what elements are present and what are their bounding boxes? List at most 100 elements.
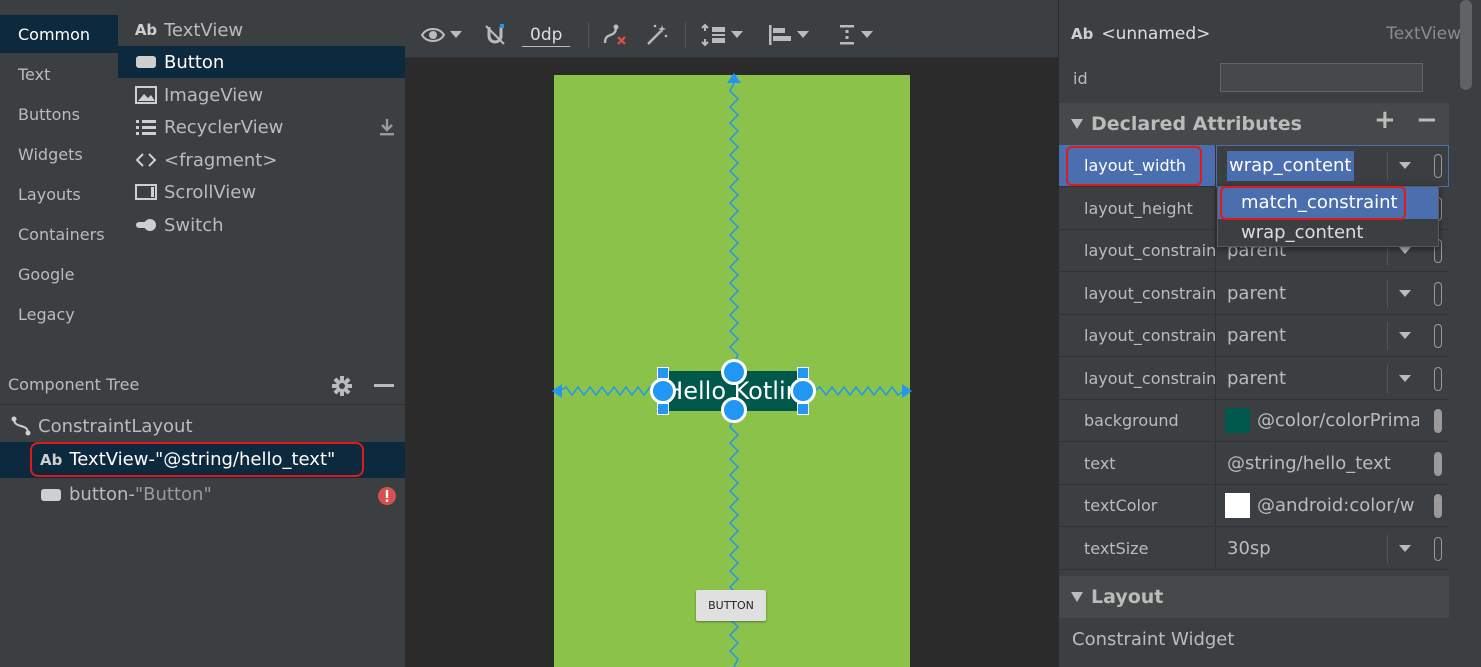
gear-icon[interactable] <box>331 375 353 397</box>
magnet-off-icon <box>483 23 507 47</box>
layout-section-title: Layout <box>1091 586 1164 608</box>
attr-separator <box>1215 400 1216 442</box>
remove-attribute-button[interactable]: − <box>1416 105 1438 135</box>
declared-attributes-title: Declared Attributes <box>1091 113 1302 135</box>
view-options-button[interactable] <box>420 12 462 58</box>
palette-item-recyclerview[interactable]: RecyclerView <box>118 111 405 143</box>
attr-toggle[interactable] <box>1434 154 1442 178</box>
anchor-left[interactable] <box>650 378 676 404</box>
autoconnect-toggle[interactable] <box>483 12 507 58</box>
attr-row-textsize[interactable]: textSize 30sp <box>1059 528 1449 570</box>
scrollbar-thumb[interactable] <box>1460 0 1472 90</box>
error-icon[interactable] <box>377 486 397 506</box>
textview-icon: Ab <box>1071 25 1094 43</box>
id-field[interactable] <box>1220 63 1423 92</box>
dropdown-button[interactable] <box>1387 365 1421 393</box>
attr-separator <box>1215 315 1216 357</box>
palette-item-textview[interactable]: Ab TextView <box>118 14 405 46</box>
dropdown-option-wrap-content[interactable]: wrap_content <box>1218 219 1438 247</box>
chevron-down-icon <box>450 31 462 39</box>
attr-toggle[interactable] <box>1434 367 1442 391</box>
align-left-icon <box>767 23 793 47</box>
tree-item-value: "Button" <box>134 484 212 505</box>
attributes-header: Ab <unnamed> TextView <box>1071 22 1461 46</box>
download-icon[interactable] <box>378 117 396 137</box>
list-icon <box>135 118 157 136</box>
anchor-top[interactable] <box>721 359 747 385</box>
align-button[interactable] <box>767 12 809 58</box>
attr-row-background[interactable]: background @color/colorPrima <box>1059 400 1449 442</box>
attr-toggle[interactable] <box>1434 452 1442 476</box>
attr-row-text[interactable]: text @string/hello_text <box>1059 443 1449 485</box>
infer-constraints-button[interactable] <box>645 12 669 58</box>
attr-value[interactable]: @color/colorPrima <box>1257 400 1419 442</box>
anchor-bottom[interactable] <box>721 397 747 423</box>
dropdown-button[interactable] <box>1387 280 1421 308</box>
attr-toggle[interactable] <box>1434 324 1442 348</box>
palette-item-label: RecyclerView <box>164 116 284 138</box>
attr-name: textColor <box>1084 496 1158 515</box>
category-google[interactable]: Google <box>18 265 74 284</box>
attr-name: layout_constraint <box>1084 369 1216 388</box>
add-attribute-button[interactable]: + <box>1374 105 1396 135</box>
button-icon <box>40 487 62 503</box>
attr-name: background <box>1084 411 1179 430</box>
attr-row-layout-width[interactable]: layout_width wrap_content <box>1059 145 1449 187</box>
color-swatch[interactable] <box>1225 408 1250 433</box>
attr-row-constraint-3[interactable]: layout_constraint parent <box>1059 315 1449 357</box>
attributes-scrollbar-track[interactable] <box>1457 0 1481 667</box>
tree-item-constraintlayout[interactable]: ConstraintLayout <box>10 415 193 437</box>
guidelines-button[interactable] <box>837 12 873 58</box>
constraint-widget-label: Constraint Widget <box>1072 629 1235 650</box>
clear-constraints-button[interactable] <box>602 12 628 58</box>
tree-item-name: TextView <box>69 449 149 470</box>
resize-handle-bottom-right[interactable] <box>797 403 809 415</box>
resize-handle-bottom-left[interactable] <box>657 403 669 415</box>
category-widgets[interactable]: Widgets <box>18 145 83 164</box>
design-top-strip <box>405 0 1058 12</box>
button-preview[interactable]: BUTTON <box>696 590 766 621</box>
dropdown-button[interactable] <box>1387 152 1421 180</box>
attr-toggle[interactable] <box>1434 537 1442 561</box>
palette-item-button[interactable]: Button <box>118 46 405 78</box>
dropdown-button[interactable] <box>1387 322 1421 350</box>
attr-name: text <box>1084 454 1116 473</box>
palette-item-imageview[interactable]: ImageView <box>118 79 405 111</box>
component-tree-panel: Component Tree ConstraintLayout Ab TextV… <box>0 352 405 667</box>
anchor-right[interactable] <box>790 378 816 404</box>
tree-item-textview[interactable]: Ab TextView - "@string/hello_text" <box>40 449 335 470</box>
pack-icon <box>701 23 727 47</box>
category-legacy[interactable]: Legacy <box>18 305 75 324</box>
palette-item-scrollview[interactable]: ScrollView <box>118 176 405 208</box>
attr-value[interactable]: wrap_content <box>1227 151 1354 181</box>
default-margin-button[interactable]: 0dp <box>522 12 571 58</box>
attr-toggle[interactable] <box>1434 409 1442 433</box>
attr-row-constraint-4[interactable]: layout_constraint parent <box>1059 358 1449 400</box>
category-buttons[interactable]: Buttons <box>18 105 80 124</box>
attr-name: layout_constraint <box>1084 284 1216 303</box>
dropdown-option-match-constraint[interactable]: match_constraint <box>1218 187 1438 219</box>
attr-row-constraint-2[interactable]: layout_constraint parent <box>1059 273 1449 315</box>
category-containers[interactable]: Containers <box>18 225 105 244</box>
attr-toggle[interactable] <box>1434 494 1442 518</box>
dropdown-button[interactable] <box>1387 535 1421 563</box>
palette-item-switch[interactable]: Switch <box>118 209 405 241</box>
pack-button[interactable] <box>701 12 743 58</box>
attr-separator <box>1215 358 1216 400</box>
category-text[interactable]: Text <box>18 65 50 84</box>
tree-item-button[interactable]: button - "Button" <box>40 484 212 505</box>
scrollview-icon <box>135 183 157 201</box>
attr-value[interactable]: @android:color/w <box>1257 485 1419 527</box>
attr-toggle[interactable] <box>1434 282 1442 306</box>
guideline-icon <box>837 23 857 47</box>
category-layouts[interactable]: Layouts <box>18 185 81 204</box>
color-swatch[interactable] <box>1225 493 1250 518</box>
attr-row-textcolor[interactable]: textColor @android:color/w <box>1059 485 1449 527</box>
attr-value[interactable]: @string/hello_text <box>1227 443 1427 485</box>
collapse-triangle-icon <box>1071 119 1083 129</box>
layout-section-header[interactable]: Layout <box>1059 576 1449 618</box>
category-common[interactable]: Common <box>18 25 90 44</box>
palette-item-fragment[interactable]: <fragment> <box>118 144 405 176</box>
minimize-icon[interactable] <box>374 384 394 387</box>
declared-attributes-header[interactable]: Declared Attributes + − <box>1059 103 1449 145</box>
